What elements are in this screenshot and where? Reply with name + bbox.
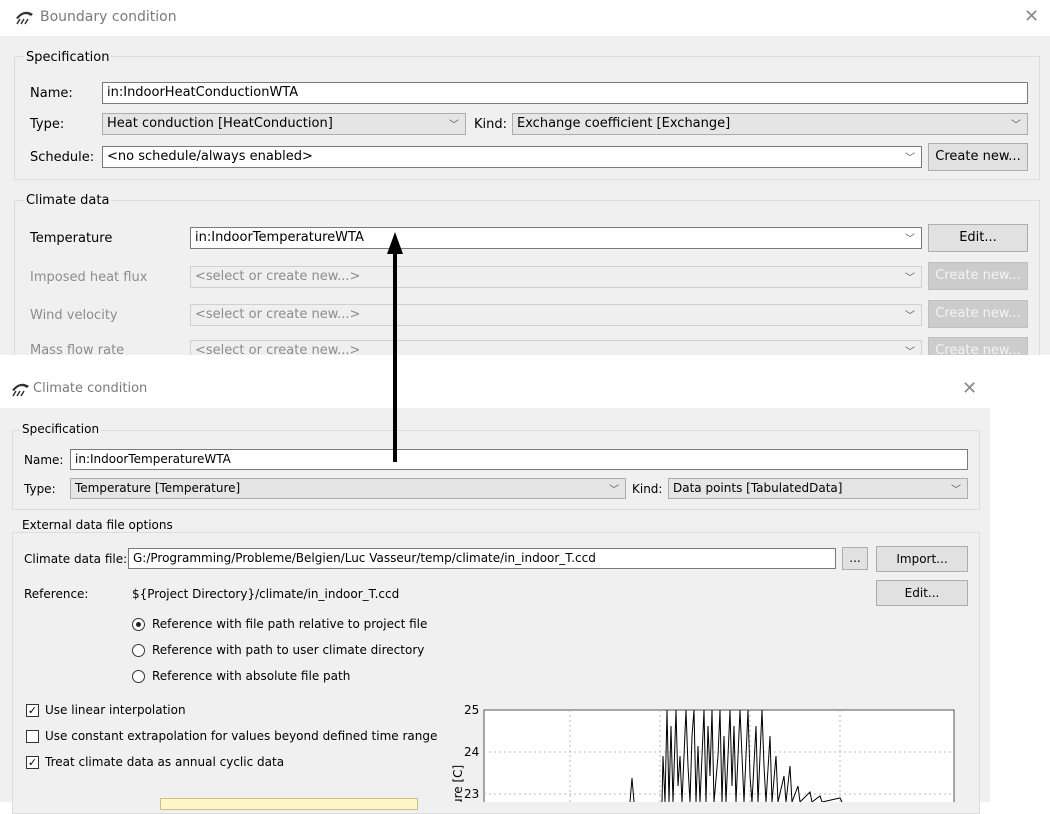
temperature-combo[interactable]: in:IndoorTemperatureWTA ﹀ [190,227,922,249]
reference-value: ${Project Directory}/climate/in_indoor_T… [132,587,400,601]
radio-label[interactable]: Reference with path to user climate dire… [152,643,424,657]
climate-file-label: Climate data file: [24,552,128,566]
kind-combo-value: Data points [TabulatedData] [673,481,843,495]
chevron-down-icon: ﹀ [905,153,915,164]
up-arrow-annotation [387,232,403,462]
chevron-down-icon: ﹀ [951,485,961,496]
close-icon[interactable]: ✕ [1024,6,1039,27]
type-combo[interactable]: Temperature [Temperature] ﹀ [70,478,626,499]
app-logo-icon [12,383,29,397]
annual-cyclic-checkbox[interactable]: ✓ [26,756,39,769]
chevron-down-icon: ﹀ [905,311,915,322]
temperature-combo-value: in:IndoorTemperatureWTA [195,230,364,245]
imposed-heat-flux-create-button[interactable]: Create new... [928,262,1028,290]
radio-label[interactable]: Reference with absolute file path [152,669,350,683]
info-box [160,798,418,810]
type-combo-value: Heat conduction [HeatConduction] [107,116,333,131]
import-button[interactable]: Import... [876,546,968,572]
kind-label: Kind: [632,482,663,496]
type-label: Type: [24,482,56,496]
imposed-heat-flux-combo-value: <select or create new...> [195,269,361,284]
chevron-down-icon: ﹀ [449,120,459,131]
browse-button[interactable]: ... [842,547,868,570]
radio-user-climate-dir[interactable] [132,644,145,657]
type-combo-value: Temperature [Temperature] [75,481,241,495]
kind-label: Kind: [474,117,508,132]
wind-velocity-combo-value: <select or create new...> [195,307,361,322]
climate-titlebar[interactable]: Climate condition ✕ [0,374,990,406]
wind-velocity-combo[interactable]: <select or create new...> ﹀ [190,304,922,326]
schedule-create-button[interactable]: Create new... [928,143,1028,171]
y-tick-label: 24 [464,745,479,759]
row-label-imposed-heat-flux: Imposed heat flux [30,270,148,285]
window-title: Boundary condition [40,9,177,25]
kind-combo[interactable]: Exchange coefficient [Exchange] ﹀ [512,113,1028,135]
schedule-label: Schedule: [30,150,95,165]
group-title: Climate data [24,193,112,208]
temperature-chart: 25 24 23 ure [C] [451,703,955,802]
app-logo-icon [16,11,33,25]
window-title: Climate condition [33,381,148,396]
dialog-gap [0,355,1050,375]
boundary-titlebar[interactable]: Boundary condition ✕ [0,0,1050,34]
checkbox-label[interactable]: Treat climate data as annual cyclic data [45,755,284,769]
constant-extrapolation-checkbox[interactable] [26,730,39,743]
name-label: Name: [24,453,64,467]
chevron-down-icon: ﹀ [905,273,915,284]
checkbox-label[interactable]: Use linear interpolation [45,703,186,717]
y-axis-label: ure [C] [451,765,465,802]
type-combo[interactable]: Heat conduction [HeatConduction] ﹀ [102,113,466,135]
chevron-down-icon: ﹀ [609,485,619,496]
group-title: Specification [24,50,112,65]
y-tick-label: 23 [464,787,479,801]
boundary-condition-dialog: Boundary condition ✕ Specification Name:… [0,0,1050,365]
group-title: External data file options [20,518,175,532]
chevron-down-icon: ﹀ [905,234,915,245]
checkbox-label[interactable]: Use constant extrapolation for values be… [45,729,437,743]
name-field[interactable]: in:IndoorHeatConductionWTA [102,82,1028,104]
type-label: Type: [30,117,65,132]
climate-condition-dialog: Climate condition ✕ Specification Name: … [0,374,990,814]
row-label-temperature: Temperature [30,231,113,246]
linear-interpolation-checkbox[interactable]: ✓ [26,704,39,717]
group-title: Specification [20,422,102,436]
row-label-wind-velocity: Wind velocity [30,308,118,323]
reference-label: Reference: [24,587,89,601]
kind-combo-value: Exchange coefficient [Exchange] [517,116,731,131]
close-icon[interactable]: ✕ [962,378,977,399]
schedule-combo[interactable]: <no schedule/always enabled> ﹀ [102,146,922,168]
name-field[interactable]: in:IndoorTemperatureWTA [70,449,968,470]
radio-absolute-path[interactable] [132,670,145,683]
y-tick-label: 25 [464,703,479,717]
reference-edit-button[interactable]: Edit... [876,580,968,606]
kind-combo[interactable]: Data points [TabulatedData] ﹀ [668,478,968,499]
name-label: Name: [30,86,73,101]
imposed-heat-flux-combo[interactable]: <select or create new...> ﹀ [190,266,922,288]
schedule-combo-value: <no schedule/always enabled> [107,149,313,164]
radio-relative-path[interactable] [132,618,145,631]
temperature-edit-button[interactable]: Edit... [928,224,1028,252]
climate-file-field[interactable]: G:/Programming/Probleme/Belgien/Luc Vass… [128,548,836,569]
radio-label[interactable]: Reference with file path relative to pro… [152,617,427,631]
chevron-down-icon: ﹀ [1011,120,1021,131]
wind-velocity-create-button[interactable]: Create new... [928,300,1028,328]
